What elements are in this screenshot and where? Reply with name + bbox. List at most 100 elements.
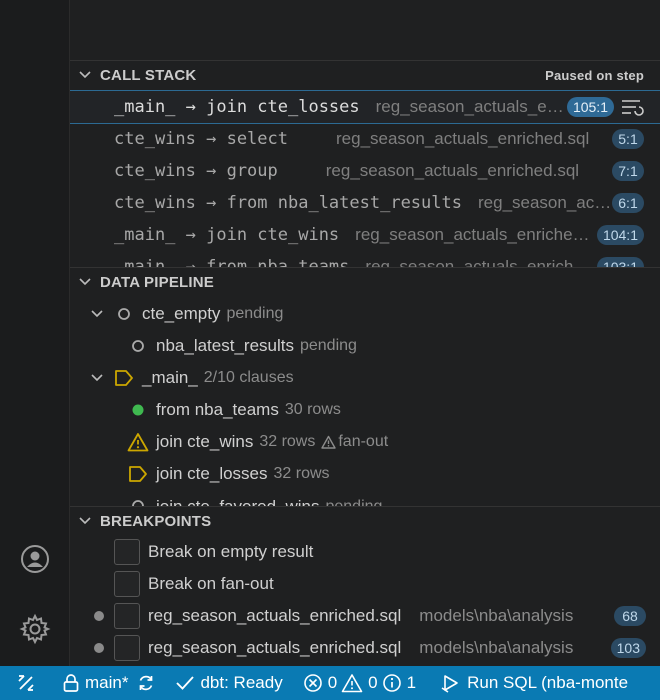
- call-stack-title: CALL STACK: [100, 66, 197, 84]
- stack-frame-position: 7:1: [612, 161, 644, 181]
- chevron-down-icon: [78, 68, 96, 82]
- stack-frame[interactable]: cte_wins → select reg_season_actuals_enr…: [70, 123, 660, 155]
- pipeline-node[interactable]: join cte_losses 32 rows: [70, 458, 660, 490]
- call-stack-header[interactable]: CALL STACK Paused on step: [70, 60, 660, 89]
- pipeline-node-meta: pending: [325, 498, 382, 506]
- breakpoint-checkbox[interactable]: [114, 635, 140, 661]
- breakpoint-path: models\nba\analysis: [419, 638, 574, 657]
- pending-circle-icon: [114, 307, 134, 321]
- chevron-down-icon: [78, 514, 96, 528]
- pipeline-node-label: join cte_favored_wins: [156, 497, 319, 506]
- stack-frame-file: reg_season_actuals_enriched.sql: [336, 129, 590, 148]
- stack-frame-file: reg_season_actuals_enriched.sql: [325, 161, 580, 180]
- data-pipeline-title: DATA PIPELINE: [100, 273, 214, 291]
- error-icon: [303, 674, 322, 692]
- pipeline-node-label: nba_latest_results: [156, 336, 294, 355]
- branch-name: main*: [85, 673, 129, 692]
- pipeline-node[interactable]: nba_latest_results pending: [70, 330, 660, 362]
- stack-frame-position: 103:1: [596, 257, 644, 267]
- data-pipeline-header[interactable]: DATA PIPELINE: [70, 267, 660, 296]
- pipeline-node[interactable]: join cte_wins 32 rows fan-out: [70, 426, 660, 458]
- pipeline-node-meta: pending: [299, 337, 357, 354]
- warning-icon: [126, 432, 150, 452]
- fan-out-warning-text: fan-out: [338, 433, 389, 450]
- stack-frame-position: 104:1: [596, 225, 644, 245]
- stack-frame[interactable]: _main_ → join cte_losses reg_season_actu…: [70, 90, 660, 124]
- success-dot-icon: [128, 403, 148, 417]
- stack-frame-function: cte_wins → select: [114, 129, 288, 149]
- stack-frame-file: reg_season_actuals_enriched.sql: [375, 97, 567, 116]
- breakpoint-item[interactable]: reg_season_actuals_enriched.sql models\n…: [70, 632, 660, 664]
- pipeline-node-meta: 2/10 clauses: [203, 369, 294, 386]
- stack-frame-file: reg_season_actuals_enriched.sql: [355, 225, 597, 244]
- stack-frame-function: _main_ → join cte_losses: [114, 97, 360, 117]
- breakpoint-checkbox[interactable]: [114, 603, 140, 629]
- pending-circle-icon: [128, 339, 148, 353]
- lock-icon: [63, 674, 79, 692]
- step-pointer-icon: [114, 369, 134, 387]
- breakpoint-item[interactable]: Break on fan-out: [70, 568, 660, 600]
- fan-out-warning: fan-out: [321, 433, 388, 451]
- chevron-down-icon: [88, 371, 106, 385]
- pending-circle-icon: [128, 499, 148, 506]
- pipeline-node-label: cte_empty: [142, 304, 221, 323]
- stack-frame[interactable]: _main_ → join cte_wins reg_season_actual…: [70, 219, 660, 251]
- stack-frame[interactable]: cte_wins → from nba_latest_results reg_s…: [70, 187, 660, 219]
- call-stack-status: Paused on step: [545, 67, 644, 83]
- stack-frame[interactable]: _main_ → from nba_teams reg_season_actua…: [70, 251, 660, 267]
- remote-icon: [18, 675, 34, 691]
- breakpoint-item[interactable]: reg_season_actuals_enriched.sql models\n…: [70, 600, 660, 632]
- chevron-down-icon: [88, 307, 106, 321]
- stack-frame-position: 5:1: [612, 129, 644, 149]
- breakpoint-label: Break on fan-out: [148, 574, 274, 593]
- stack-frame-file: reg_season_actuals_enriched.sql: [478, 193, 612, 212]
- breakpoints-title: BREAKPOINTS: [100, 512, 212, 530]
- gear-icon[interactable]: [17, 611, 53, 647]
- stack-frame[interactable]: cte_wins → group reg_season_actuals_enri…: [70, 155, 660, 187]
- pipeline-node-label: _main_: [142, 368, 198, 387]
- pipeline-node-meta: 32 rows: [259, 433, 316, 450]
- breakpoint-checkbox[interactable]: [114, 539, 140, 565]
- dbt-status[interactable]: dbt: Ready: [175, 673, 283, 693]
- breakpoint-file: reg_season_actuals_enriched.sql: [148, 606, 402, 625]
- pipeline-node-meta: 32 rows: [273, 465, 330, 482]
- restart-frame-icon[interactable]: [620, 97, 644, 117]
- pipeline-node[interactable]: cte_empty pending: [70, 298, 660, 330]
- check-icon: [176, 676, 195, 690]
- breakpoint-dot-icon: [94, 643, 104, 653]
- warning-icon: [341, 674, 363, 693]
- sync-icon: [140, 675, 153, 691]
- remote-indicator[interactable]: [0, 666, 52, 700]
- run-icon: [441, 675, 458, 693]
- run-sql-button[interactable]: Run SQL (nba-monte: [440, 673, 628, 693]
- breakpoint-line: 68: [614, 606, 646, 626]
- stack-frame-position: 6:1: [612, 193, 644, 213]
- pipeline-node-label: from nba_teams: [156, 400, 279, 419]
- dbt-status-text: dbt: Ready: [200, 673, 283, 692]
- stack-frame-function: cte_wins → group: [114, 161, 278, 181]
- breakpoint-item[interactable]: Break on empty result: [70, 536, 660, 568]
- pipeline-node[interactable]: join cte_favored_wins pending: [70, 490, 660, 506]
- breakpoint-checkbox[interactable]: [114, 571, 140, 597]
- stack-frame-position: 105:1: [566, 97, 614, 117]
- breakpoint-label: Break on empty result: [148, 542, 314, 561]
- activity-bar: [0, 0, 70, 666]
- pipeline-node[interactable]: _main_ 2/10 clauses: [70, 362, 660, 394]
- info-icon: [382, 674, 401, 692]
- debug-sidebar: CALL STACK Paused on step _main_ → join …: [70, 0, 660, 666]
- pipeline-node-label: join cte_losses: [156, 464, 268, 483]
- account-icon[interactable]: [17, 541, 53, 577]
- chevron-down-icon: [78, 275, 96, 289]
- warning-count: 0: [368, 673, 378, 692]
- info-count: 1: [406, 673, 417, 692]
- pipeline-node[interactable]: from nba_teams 30 rows: [70, 394, 660, 426]
- run-sql-label: Run SQL (nba-monte: [467, 673, 629, 692]
- step-pointer-icon: [128, 465, 148, 483]
- problems-indicator[interactable]: 0 0 1: [303, 673, 416, 693]
- sync-button[interactable]: [136, 673, 161, 693]
- pipeline-node-meta: pending: [226, 305, 284, 322]
- pipeline-node-label: join cte_wins: [156, 432, 254, 451]
- breakpoints-header[interactable]: BREAKPOINTS: [70, 506, 660, 535]
- branch-indicator[interactable]: main*: [62, 673, 128, 693]
- stack-frame-file: reg_season_actuals_enriched.sql: [365, 257, 597, 267]
